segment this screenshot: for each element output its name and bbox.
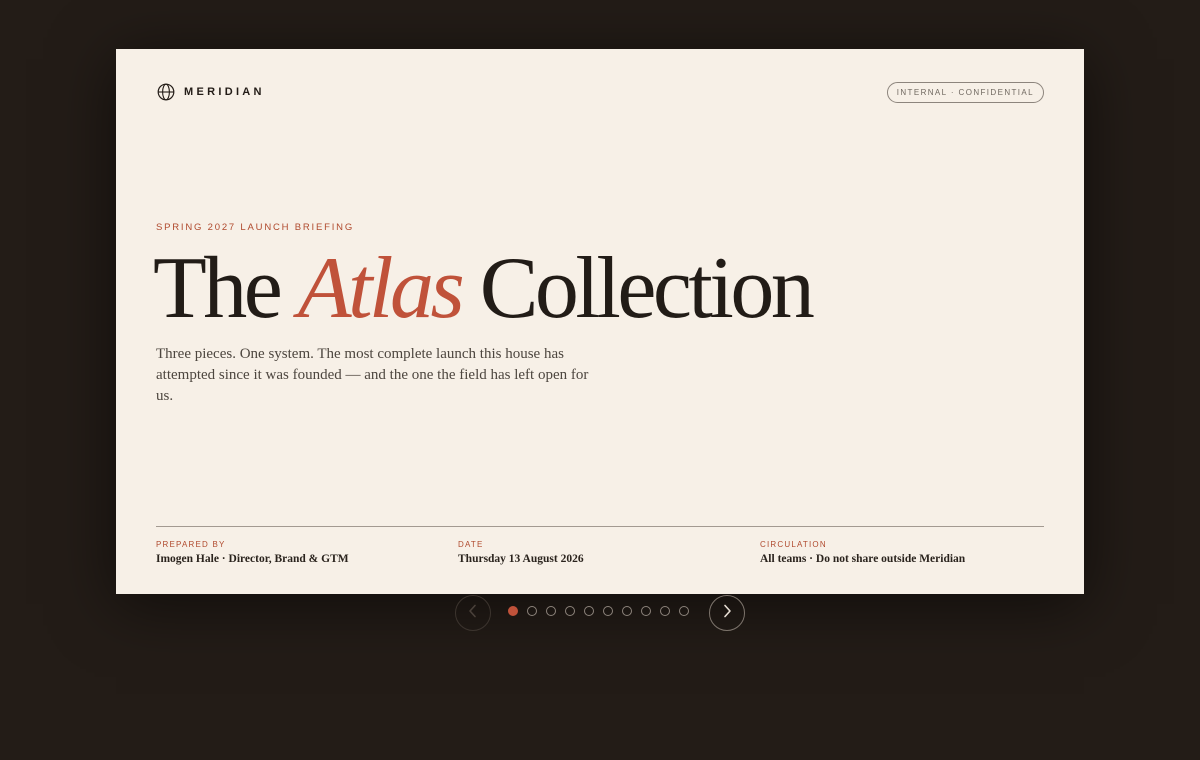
slide-kicker: SPRING 2027 LAUNCH BRIEFING: [156, 222, 355, 233]
title-word-atlas: Atlas: [297, 240, 465, 337]
brand-name: MERIDIAN: [184, 86, 265, 98]
slide-dot-9[interactable]: [660, 606, 670, 616]
slide-title: The Atlas Collection: [153, 235, 815, 343]
slide-dot-6[interactable]: [603, 606, 613, 616]
slide-dot-3[interactable]: [546, 606, 556, 616]
prev-slide-button[interactable]: [455, 595, 491, 631]
slide-lede: Three pieces. One system. The most compl…: [156, 346, 589, 404]
chevron-right-icon: [722, 604, 732, 623]
meta-date: DATE Thursday 13 August 2026: [458, 540, 584, 565]
brand: MERIDIAN: [157, 83, 265, 101]
slide-dot-7[interactable]: [622, 606, 632, 616]
slide-dot-1[interactable]: [508, 606, 518, 616]
slide-dots: [508, 606, 689, 616]
chevron-left-icon: [468, 604, 478, 623]
meta-circulation: CIRCULATION All teams · Do not share out…: [760, 540, 965, 565]
meta-label: DATE: [458, 540, 484, 549]
meta-value: Thursday 13 August 2026: [458, 553, 584, 565]
globe-icon: [157, 83, 175, 101]
slide: MERIDIAN INTERNAL · CONFIDENTIAL SPRING …: [116, 49, 1084, 594]
slide-dot-4[interactable]: [565, 606, 575, 616]
next-slide-button[interactable]: [709, 595, 745, 631]
slide-dot-2[interactable]: [527, 606, 537, 616]
meta-prepared-by: PREPARED BY Imogen Hale · Director, Bran…: [156, 540, 349, 565]
slide-dot-10[interactable]: [679, 606, 689, 616]
meta-label: PREPARED BY: [156, 540, 226, 549]
meta-value: All teams · Do not share outside Meridia…: [760, 553, 966, 565]
meta-value: Imogen Hale · Director, Brand & GTM: [156, 553, 349, 565]
title-word-the: The: [153, 240, 283, 337]
meta-label: CIRCULATION: [760, 540, 827, 549]
divider: [156, 526, 1044, 527]
slide-dot-8[interactable]: [641, 606, 651, 616]
confidential-badge: INTERNAL · CONFIDENTIAL: [886, 82, 1044, 103]
slide-dot-5[interactable]: [584, 606, 594, 616]
title-word-collection: Collection: [479, 240, 815, 337]
